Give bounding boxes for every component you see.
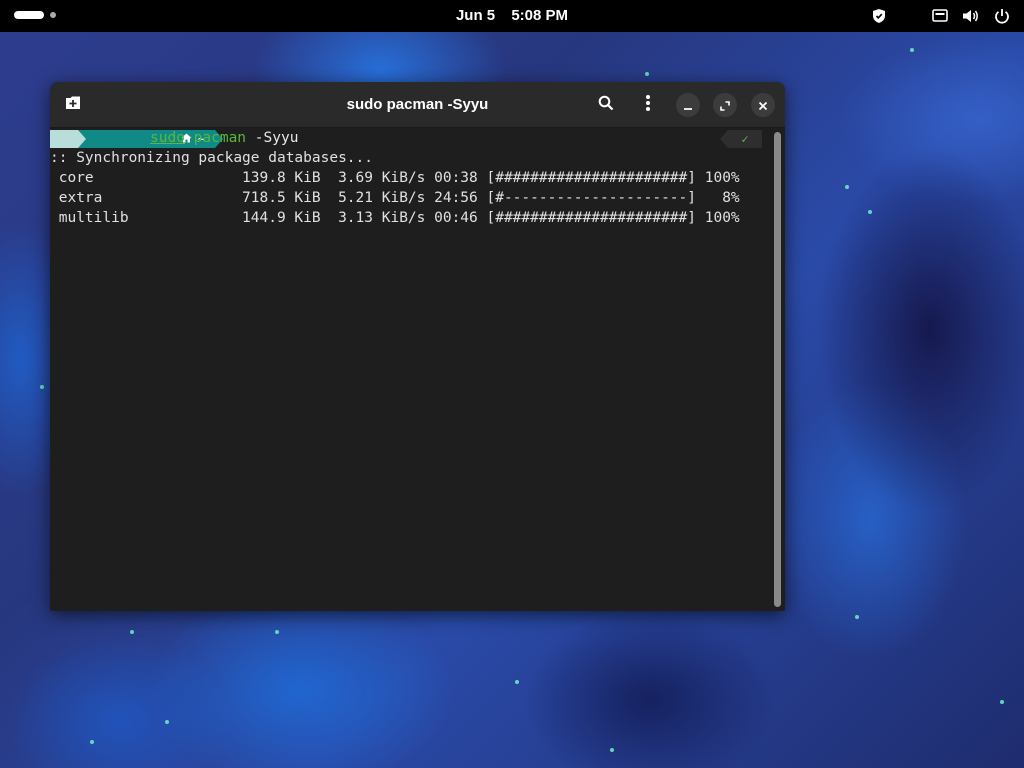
clock[interactable]: Jun 5 5:08 PM [0, 7, 1024, 24]
search-icon [598, 95, 614, 115]
command-args: -Syyu [254, 130, 299, 146]
terminal-output[interactable]: ~ sudo pacman -Syyu ✓ :: Synchronizing p… [50, 128, 785, 611]
prompt-os-segment [50, 130, 123, 148]
output-line-sync: :: Synchronizing package databases... [50, 150, 374, 166]
terminal-window[interactable]: sudo pacman -Syyu ~ sudo pacman -Syyu ✓ … [50, 82, 785, 611]
check-icon: ✓ [741, 132, 749, 146]
scrollbar[interactable] [774, 132, 781, 607]
minimize-icon [683, 96, 693, 115]
close-icon [758, 96, 768, 115]
system-tray[interactable] [872, 8, 1010, 24]
network-icon[interactable] [932, 9, 948, 23]
menu-icon [645, 94, 651, 116]
clock-time: 5:08 PM [511, 7, 569, 24]
output-line-core: core 139.8 KiB 3.69 KiB/s 00:38 [#######… [50, 170, 740, 186]
top-bar: Jun 5 5:08 PM [0, 0, 1024, 32]
exit-status-badge: ✓ [720, 130, 762, 148]
output-line-extra: extra 718.5 KiB 5.21 KiB/s 24:56 [#-----… [50, 190, 740, 206]
power-icon[interactable] [994, 8, 1010, 24]
command-text: sudo pacman -Syyu [150, 128, 298, 148]
clock-date: Jun 5 [455, 7, 496, 24]
output-line-multilib: multilib 144.9 KiB 3.13 KiB/s 00:46 [###… [50, 210, 740, 226]
maximize-button[interactable] [713, 93, 737, 117]
minimize-button[interactable] [676, 93, 700, 117]
command-sudo: sudo [150, 130, 185, 146]
maximize-icon [720, 96, 730, 115]
volume-icon[interactable] [962, 8, 980, 24]
search-button[interactable] [596, 95, 616, 115]
command-pacman: pacman [193, 130, 247, 146]
close-button[interactable] [751, 93, 775, 117]
shield-icon[interactable] [872, 8, 886, 24]
menu-button[interactable] [638, 95, 658, 115]
